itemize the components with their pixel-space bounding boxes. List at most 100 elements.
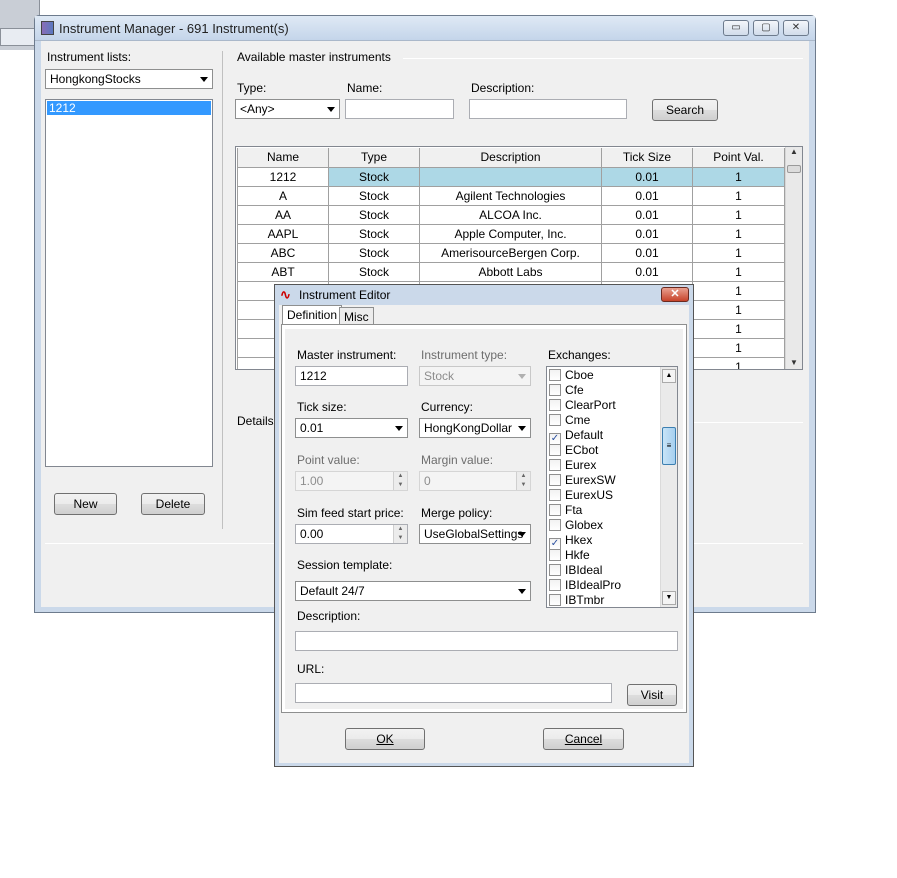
delete-button[interactable]: Delete: [141, 493, 205, 515]
table-cell[interactable]: ABT: [237, 261, 329, 282]
table-row[interactable]: AAPL Stock Apple Computer, Inc. 0.01 1: [237, 223, 785, 244]
checkbox[interactable]: [549, 549, 561, 561]
column-header[interactable]: Point Val.: [692, 148, 785, 168]
table-row[interactable]: AA Stock ALCOA Inc. 0.01 1: [237, 204, 785, 225]
table-cell[interactable]: ABC: [237, 242, 329, 263]
table-cell[interactable]: 0.01: [601, 242, 693, 263]
ok-button[interactable]: OK: [345, 728, 425, 750]
table-cell[interactable]: 1: [692, 242, 785, 263]
maximize-button[interactable]: ▢: [753, 20, 779, 36]
close-button[interactable]: ✕: [661, 287, 689, 302]
checkbox[interactable]: [549, 384, 561, 396]
table-cell[interactable]: AA: [237, 204, 329, 225]
table-row[interactable]: ABT Stock Abbott Labs 0.01 1: [237, 261, 785, 282]
checkbox[interactable]: [549, 399, 561, 411]
new-button[interactable]: New: [54, 493, 117, 515]
search-button[interactable]: Search: [652, 99, 718, 121]
exchange-item[interactable]: Cboe: [549, 368, 594, 383]
exchange-item[interactable]: IBIdealPro: [549, 578, 621, 593]
table-cell[interactable]: Stock: [328, 204, 420, 225]
exchange-item[interactable]: EurexUS: [549, 488, 613, 503]
table-cell[interactable]: Stock: [328, 223, 420, 244]
table-cell[interactable]: Stock: [328, 242, 420, 263]
table-cell[interactable]: 1: [692, 280, 785, 301]
title-bar[interactable]: Instrument Manager - 691 Instrument(s) ▭…: [35, 16, 815, 41]
checkbox[interactable]: [549, 504, 561, 516]
table-cell[interactable]: 1: [692, 166, 785, 187]
tab-definition[interactable]: Definition: [282, 305, 343, 325]
checkbox[interactable]: [549, 594, 561, 606]
master-instrument-input[interactable]: 1212: [295, 366, 408, 386]
table-cell[interactable]: 1: [692, 318, 785, 339]
minimize-button[interactable]: ▭: [723, 20, 749, 36]
exchanges-checklist[interactable]: ▲ ≡ ▼ Cboe Cfe ClearPort Cme ✓ Default ECbot Eu…: [546, 366, 678, 608]
table-cell[interactable]: 1: [692, 356, 785, 369]
exchange-item[interactable]: Hkfe: [549, 548, 590, 563]
instrument-list-combo[interactable]: HongkongStocks: [45, 69, 213, 89]
checkbox[interactable]: [549, 444, 561, 456]
exchange-item[interactable]: IBIdeal: [549, 563, 602, 578]
table-cell[interactable]: Stock: [328, 261, 420, 282]
exchanges-scrollbar[interactable]: ▲ ≡ ▼: [660, 367, 677, 607]
table-cell[interactable]: 0.01: [601, 261, 693, 282]
checkbox[interactable]: [549, 579, 561, 591]
table-cell[interactable]: Apple Computer, Inc.: [419, 223, 602, 244]
table-cell[interactable]: 1: [692, 337, 785, 358]
table-row[interactable]: A Stock Agilent Technologies 0.01 1: [237, 185, 785, 206]
type-combo[interactable]: <Any>: [235, 99, 340, 119]
table-cell[interactable]: 0.01: [601, 223, 693, 244]
name-input[interactable]: [345, 99, 454, 119]
table-cell[interactable]: ALCOA Inc.: [419, 204, 602, 225]
column-header[interactable]: Name: [237, 148, 329, 168]
exchange-item[interactable]: ✓ Default: [549, 428, 603, 445]
exchange-item[interactable]: Cme: [549, 413, 590, 428]
list-item[interactable]: 1212: [47, 101, 211, 115]
checkbox[interactable]: [549, 519, 561, 531]
tab-misc[interactable]: Misc: [339, 307, 374, 325]
column-header[interactable]: Tick Size: [601, 148, 693, 168]
table-cell[interactable]: 1: [692, 299, 785, 320]
sim-feed-spinner[interactable]: ▲ ▼: [393, 525, 407, 543]
scroll-down-icon[interactable]: ▼: [662, 591, 676, 605]
table-row[interactable]: 1212 Stock 0.01 1: [237, 166, 785, 187]
table-cell[interactable]: AmerisourceBergen Corp.: [419, 242, 602, 263]
table-cell[interactable]: 0.01: [601, 204, 693, 225]
url-input[interactable]: [295, 683, 612, 703]
close-button[interactable]: ✕: [783, 20, 809, 36]
table-cell[interactable]: Stock: [328, 185, 420, 206]
exchange-item[interactable]: Fta: [549, 503, 582, 518]
cancel-button[interactable]: Cancel: [543, 728, 624, 750]
table-row[interactable]: ABC Stock AmerisourceBergen Corp. 0.01 1: [237, 242, 785, 263]
checkbox[interactable]: [549, 459, 561, 471]
exchange-item[interactable]: Cfe: [549, 383, 584, 398]
scroll-up-icon[interactable]: ▲: [662, 369, 676, 383]
exchange-item[interactable]: Globex: [549, 518, 603, 533]
table-cell[interactable]: 0.01: [601, 166, 693, 187]
table-cell[interactable]: 1: [692, 261, 785, 282]
sim-feed-input[interactable]: 0.00 ▲ ▼: [295, 524, 408, 544]
merge-policy-combo[interactable]: UseGlobalSettings: [419, 524, 531, 544]
checkbox[interactable]: [549, 489, 561, 501]
table-cell[interactable]: Stock: [328, 166, 420, 187]
scroll-thumb[interactable]: ≡: [662, 427, 676, 465]
table-cell[interactable]: AAPL: [237, 223, 329, 244]
checkbox[interactable]: [549, 474, 561, 486]
column-header[interactable]: Description: [419, 148, 602, 168]
table-cell[interactable]: 1: [692, 223, 785, 244]
scroll-thumb[interactable]: [787, 165, 801, 173]
table-cell[interactable]: Abbott Labs: [419, 261, 602, 282]
exchange-item[interactable]: Eurex: [549, 458, 596, 473]
tick-size-combo[interactable]: 0.01: [295, 418, 408, 438]
visit-button[interactable]: Visit: [627, 684, 677, 706]
description-input[interactable]: [469, 99, 627, 119]
editor-description-input[interactable]: [295, 631, 678, 651]
scroll-up-icon[interactable]: ▲: [786, 147, 802, 156]
exchange-item[interactable]: EurexSW: [549, 473, 616, 488]
exchange-item[interactable]: ECbot: [549, 443, 598, 458]
checkbox[interactable]: [549, 564, 561, 576]
scroll-down-icon[interactable]: ▼: [786, 358, 802, 367]
session-template-combo[interactable]: Default 24/7: [295, 581, 531, 601]
grid-scrollbar[interactable]: ▲ ▼: [785, 147, 802, 369]
exchange-item[interactable]: IBTmbr: [549, 593, 604, 607]
table-cell[interactable]: 0.01: [601, 185, 693, 206]
